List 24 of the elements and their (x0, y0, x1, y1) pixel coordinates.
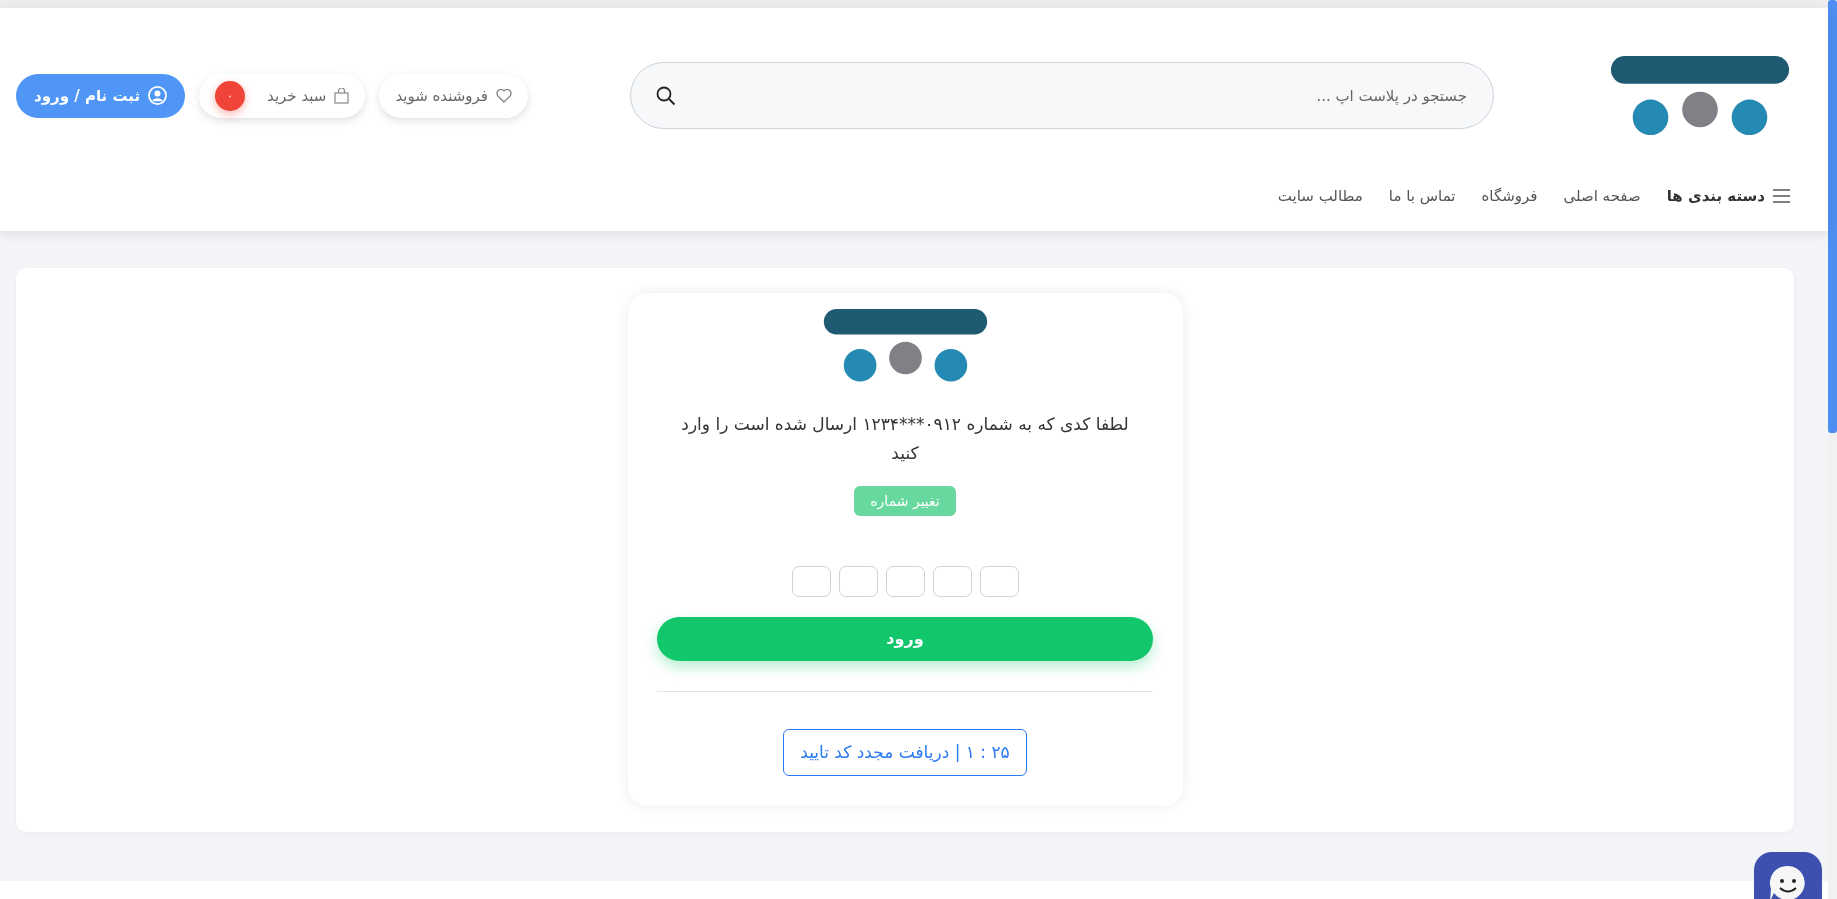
resend-code-button[interactable]: ۲۵ : ۱ | دریافت مجدد کد تایید (783, 728, 1027, 776)
nav-link[interactable]: تماس با ما (1388, 187, 1456, 206)
search-field[interactable]: جستجو در پلاست اپ ... (630, 62, 1494, 130)
nav-link[interactable]: صفحه اصلی (1563, 187, 1641, 206)
code-digit-field[interactable] (932, 565, 972, 597)
categories-menu[interactable]: دسته بندی ها (1666, 187, 1790, 206)
code-digit-field[interactable] (979, 565, 1019, 597)
scrollbar-thumb[interactable] (1828, 0, 1837, 433)
menu-icon (1773, 189, 1790, 204)
search-icon (656, 86, 676, 107)
chat-widget-button[interactable] (1754, 852, 1822, 899)
nav-link[interactable]: مطالب سایت (1277, 187, 1363, 206)
cart-button[interactable]: سبد خرید ۰ (199, 73, 366, 118)
shopping-bag-icon (334, 87, 350, 104)
code-digit-field[interactable] (791, 565, 831, 597)
cart-count-badge: ۰ (215, 80, 246, 111)
code-digit-field[interactable] (885, 565, 925, 597)
seller-button[interactable]: فروشنده شوید (379, 73, 529, 118)
heart-icon (496, 88, 513, 104)
nav-link[interactable]: فروشگاه (1481, 187, 1538, 206)
verification-message: لطفا کدی که به شماره ۰۹۱۲***۱۲۳۴ ارسال شده است را وارد کنید (680, 412, 1130, 465)
smiley-face-icon (1768, 864, 1808, 899)
user-icon (148, 86, 168, 106)
code-digit-field[interactable] (838, 565, 878, 597)
